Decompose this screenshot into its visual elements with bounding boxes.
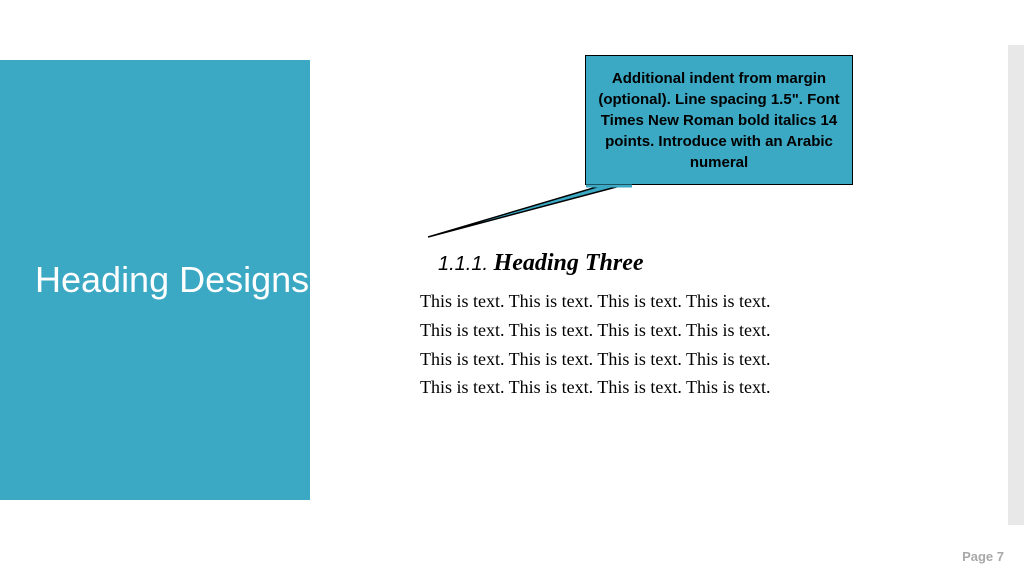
sidebar-panel: Heading Designs (0, 60, 310, 500)
sidebar-title: Heading Designs (35, 258, 309, 301)
heading-three: 1.1.1. Heading Three (438, 250, 900, 277)
content-area: 1.1.1. Heading Three This is text. This … (420, 250, 900, 402)
page-number: 7 (997, 549, 1004, 564)
body-text: This is text. This is text. This is text… (420, 287, 900, 402)
body-line: This is text. This is text. This is text… (420, 287, 900, 316)
body-line: This is text. This is text. This is text… (420, 345, 900, 374)
page-label: Page (962, 549, 993, 564)
page-footer: Page 7 (962, 549, 1004, 564)
callout-box: Additional indent from margin (optional)… (585, 55, 853, 185)
heading-number: 1.1.1. (438, 253, 488, 275)
heading-title: Heading Three (494, 250, 644, 276)
right-decorative-bar (1008, 45, 1024, 525)
callout-text: Additional indent from margin (optional)… (598, 68, 840, 173)
body-line: This is text. This is text. This is text… (420, 373, 900, 402)
body-line: This is text. This is text. This is text… (420, 316, 900, 345)
